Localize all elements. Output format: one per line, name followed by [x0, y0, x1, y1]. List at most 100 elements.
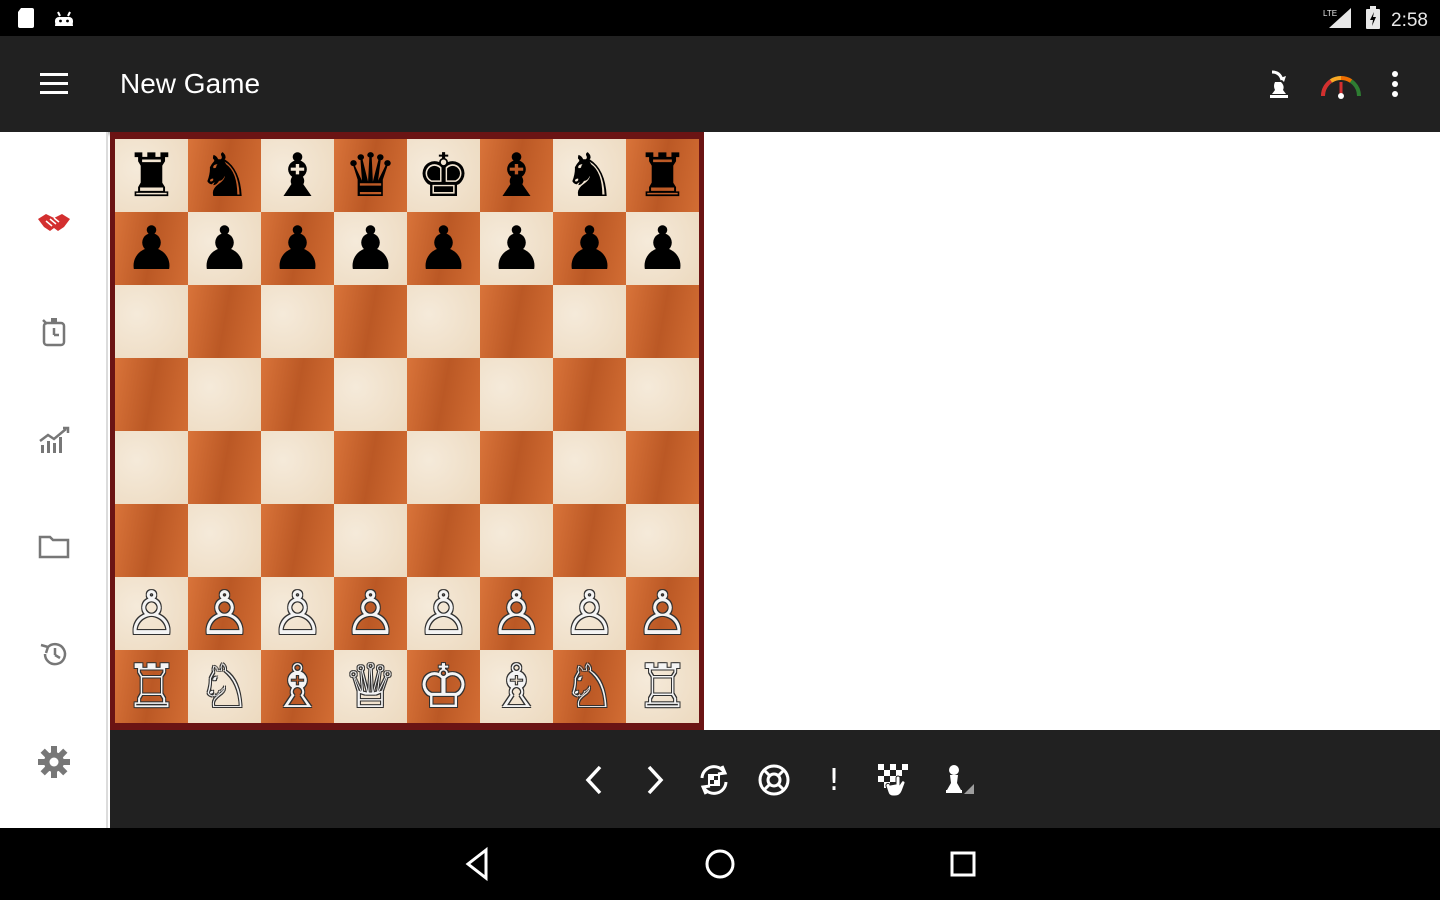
white-piece[interactable]: ♗ — [271, 657, 325, 717]
more-options-icon[interactable] — [1378, 64, 1412, 104]
square-d7[interactable]: ♟ — [334, 212, 407, 285]
square-e4[interactable] — [407, 431, 480, 504]
white-piece[interactable]: ♔ — [417, 657, 471, 717]
sidebar-item-folder-icon[interactable] — [30, 522, 78, 570]
square-f2[interactable]: ♙ — [480, 577, 553, 650]
square-f6[interactable] — [480, 285, 553, 358]
square-a7[interactable]: ♟ — [115, 212, 188, 285]
annotate-move-button[interactable]: ! — [812, 758, 856, 802]
square-h8[interactable]: ♜ — [626, 139, 699, 212]
square-g5[interactable] — [553, 358, 626, 431]
square-f5[interactable] — [480, 358, 553, 431]
square-b3[interactable] — [188, 504, 261, 577]
white-piece[interactable]: ♙ — [417, 584, 471, 644]
square-a2[interactable]: ♙ — [115, 577, 188, 650]
square-e2[interactable]: ♙ — [407, 577, 480, 650]
square-e8[interactable]: ♚ — [407, 139, 480, 212]
square-e5[interactable] — [407, 358, 480, 431]
black-piece[interactable]: ♟ — [125, 219, 179, 279]
square-c6[interactable] — [261, 285, 334, 358]
chess-board[interactable]: ♜ ♞ ♝ ♛ ♚ ♝ ♞ ♜ ♟ ♟ ♟ ♟ ♟ ♟ ♟ ♟ ♙ ♙ ♙ ♙ ♙ ♙ ♙ ♙ ♖ ♘ ♗ ♕ ♔ ♗ ♘ ♖ — [115, 139, 699, 723]
black-piece[interactable]: ♞ — [563, 146, 617, 206]
sidebar-item-history-icon[interactable] — [30, 630, 78, 678]
square-b1[interactable]: ♘ — [188, 650, 261, 723]
square-a8[interactable]: ♜ — [115, 139, 188, 212]
white-piece[interactable]: ♕ — [344, 657, 398, 717]
white-piece[interactable]: ♖ — [125, 657, 179, 717]
square-d3[interactable] — [334, 504, 407, 577]
square-a5[interactable] — [115, 358, 188, 431]
square-f4[interactable] — [480, 431, 553, 504]
square-b5[interactable] — [188, 358, 261, 431]
square-f7[interactable]: ♟ — [480, 212, 553, 285]
hint-button[interactable] — [752, 758, 796, 802]
square-g2[interactable]: ♙ — [553, 577, 626, 650]
square-g7[interactable]: ♟ — [553, 212, 626, 285]
black-piece[interactable]: ♝ — [271, 146, 325, 206]
black-piece[interactable]: ♟ — [271, 219, 325, 279]
square-g8[interactable]: ♞ — [553, 139, 626, 212]
sidebar-item-statistics-icon[interactable] — [30, 416, 78, 464]
black-piece[interactable]: ♟ — [636, 219, 690, 279]
black-piece[interactable]: ♜ — [636, 146, 690, 206]
square-b6[interactable] — [188, 285, 261, 358]
square-h3[interactable] — [626, 504, 699, 577]
black-piece[interactable]: ♟ — [490, 219, 544, 279]
square-c4[interactable] — [261, 431, 334, 504]
black-piece[interactable]: ♝ — [490, 146, 544, 206]
black-piece[interactable]: ♞ — [198, 146, 252, 206]
square-c7[interactable]: ♟ — [261, 212, 334, 285]
white-piece[interactable]: ♙ — [490, 584, 544, 644]
square-g4[interactable] — [553, 431, 626, 504]
setup-position-button[interactable] — [872, 758, 916, 802]
square-e6[interactable] — [407, 285, 480, 358]
white-piece[interactable]: ♗ — [490, 657, 544, 717]
white-piece[interactable]: ♙ — [563, 584, 617, 644]
square-c3[interactable] — [261, 504, 334, 577]
menu-icon[interactable] — [36, 69, 72, 99]
square-h4[interactable] — [626, 431, 699, 504]
square-a3[interactable] — [115, 504, 188, 577]
square-a6[interactable] — [115, 285, 188, 358]
white-piece[interactable]: ♘ — [198, 657, 252, 717]
white-piece[interactable]: ♖ — [636, 657, 690, 717]
flip-board-button[interactable] — [692, 758, 736, 802]
previous-move-button[interactable] — [573, 758, 617, 802]
black-piece[interactable]: ♟ — [344, 219, 398, 279]
square-e7[interactable]: ♟ — [407, 212, 480, 285]
white-piece[interactable]: ♙ — [636, 584, 690, 644]
black-piece[interactable]: ♜ — [125, 146, 179, 206]
square-c1[interactable]: ♗ — [261, 650, 334, 723]
square-d4[interactable] — [334, 431, 407, 504]
square-a1[interactable]: ♖ — [115, 650, 188, 723]
sidebar-item-clock-icon[interactable] — [30, 308, 78, 356]
square-d8[interactable]: ♛ — [334, 139, 407, 212]
white-piece[interactable]: ♙ — [271, 584, 325, 644]
white-piece[interactable]: ♙ — [344, 584, 398, 644]
square-a4[interactable] — [115, 431, 188, 504]
sidebar-item-handshake-icon[interactable] — [30, 198, 78, 246]
square-c2[interactable]: ♙ — [261, 577, 334, 650]
square-d6[interactable] — [334, 285, 407, 358]
square-h2[interactable]: ♙ — [626, 577, 699, 650]
square-f8[interactable]: ♝ — [480, 139, 553, 212]
square-g3[interactable] — [553, 504, 626, 577]
white-piece[interactable]: ♙ — [125, 584, 179, 644]
black-piece[interactable]: ♚ — [417, 146, 471, 206]
square-g6[interactable] — [553, 285, 626, 358]
next-move-button[interactable] — [632, 758, 676, 802]
sidebar-item-settings-gear-icon[interactable] — [30, 738, 78, 786]
recent-apps-icon[interactable] — [943, 844, 983, 884]
square-b2[interactable]: ♙ — [188, 577, 261, 650]
black-piece[interactable]: ♛ — [344, 146, 398, 206]
square-b7[interactable]: ♟ — [188, 212, 261, 285]
square-e1[interactable]: ♔ — [407, 650, 480, 723]
square-d2[interactable]: ♙ — [334, 577, 407, 650]
square-f1[interactable]: ♗ — [480, 650, 553, 723]
square-b4[interactable] — [188, 431, 261, 504]
square-c5[interactable] — [261, 358, 334, 431]
square-h1[interactable]: ♖ — [626, 650, 699, 723]
square-h7[interactable]: ♟ — [626, 212, 699, 285]
white-piece[interactable]: ♙ — [198, 584, 252, 644]
square-d5[interactable] — [334, 358, 407, 431]
